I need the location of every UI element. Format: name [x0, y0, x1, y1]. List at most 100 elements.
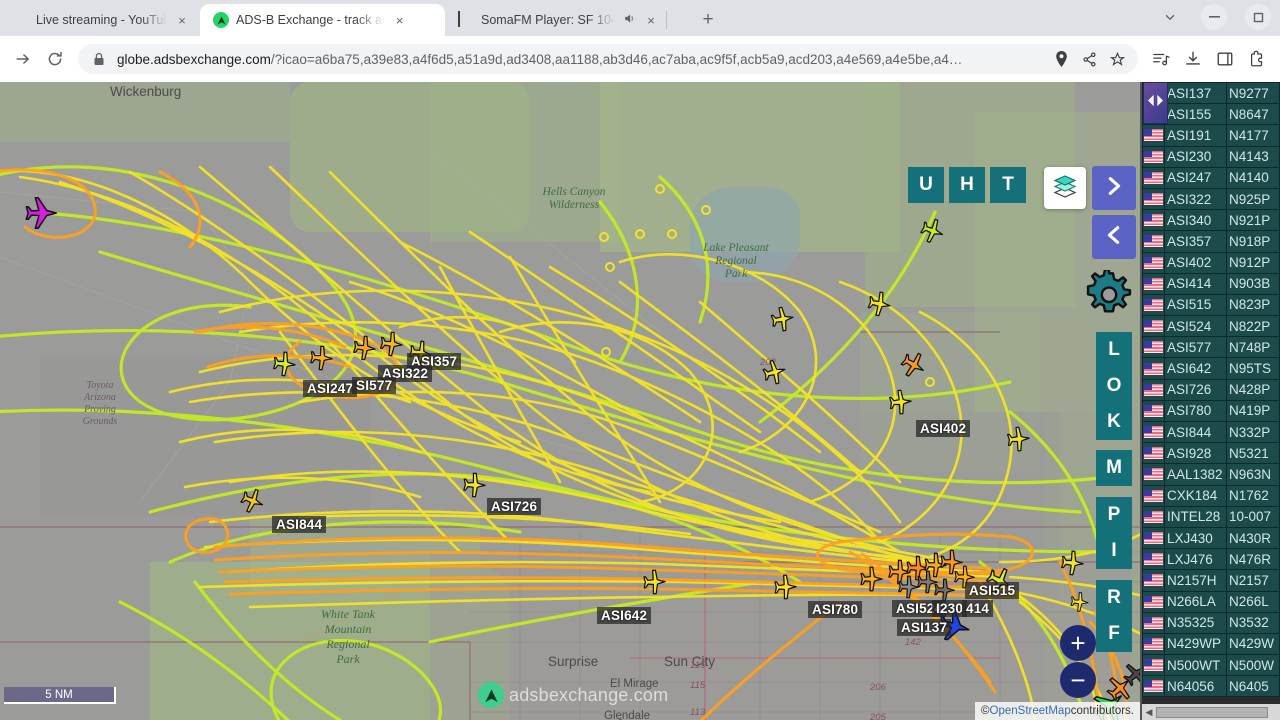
- aircraft-icon[interactable]: [272, 350, 297, 378]
- reload-icon[interactable]: [40, 44, 70, 74]
- browser-tab-somafm[interactable]: SomaFM Player: SF 10- ×: [445, 4, 690, 36]
- aircraft-callsign-cell[interactable]: ASI137: [1164, 82, 1227, 105]
- aircraft-registration-cell[interactable]: N428P: [1226, 378, 1280, 401]
- aircraft-icon[interactable]: [309, 344, 334, 372]
- openstreetmap-link[interactable]: OpenStreetMap: [990, 705, 1071, 717]
- map-button-i[interactable]: I: [1096, 533, 1132, 569]
- aircraft-callsign-cell[interactable]: ASI928: [1164, 442, 1227, 465]
- aircraft-callsign-cell[interactable]: LXJ476: [1164, 548, 1227, 571]
- bookmark-star-icon[interactable]: [1108, 50, 1126, 68]
- aircraft-callsign-cell[interactable]: N2157H: [1164, 569, 1227, 592]
- aircraft-callsign-cell[interactable]: ASI726: [1164, 378, 1227, 401]
- tab-close-icon[interactable]: ×: [174, 12, 190, 28]
- aircraft-registration-cell[interactable]: N3532: [1226, 611, 1280, 634]
- table-row[interactable]: ASI726 N428P: [1142, 378, 1280, 401]
- map-button-m[interactable]: M: [1096, 450, 1132, 486]
- table-row[interactable]: CXK184 N1762: [1142, 484, 1280, 507]
- aircraft-registration-cell[interactable]: N2157: [1226, 569, 1280, 592]
- table-row[interactable]: N266LA N266L: [1142, 590, 1280, 613]
- aircraft-registration-cell[interactable]: N912P: [1226, 251, 1280, 274]
- aircraft-icon[interactable]: [888, 388, 913, 416]
- table-row[interactable]: INTEL28 10-007: [1142, 505, 1280, 528]
- map-button-u[interactable]: U: [908, 167, 944, 203]
- aircraft-label[interactable]: ASI726: [487, 498, 542, 515]
- table-row[interactable]: LXJ476 N476R: [1142, 548, 1280, 571]
- aircraft-label[interactable]: ASI780: [808, 601, 863, 618]
- sidebar-collapse-button[interactable]: [1092, 215, 1136, 259]
- aircraft-registration-cell[interactable]: N748P: [1226, 336, 1280, 359]
- aircraft-callsign-cell[interactable]: N266LA: [1164, 590, 1227, 613]
- aircraft-callsign-cell[interactable]: ASI155: [1164, 103, 1227, 126]
- map-viewport[interactable]: Wickenburg Surprise Sun City El Mirage P…: [0, 82, 1280, 720]
- aircraft-registration-cell[interactable]: N8647: [1226, 103, 1280, 126]
- map-canvas[interactable]: Wickenburg Surprise Sun City El Mirage P…: [0, 82, 1280, 720]
- tab-close-icon[interactable]: ×: [392, 12, 408, 28]
- aircraft-registration-cell[interactable]: N921P: [1226, 209, 1280, 232]
- aircraft-registration-cell[interactable]: N903B: [1226, 272, 1280, 295]
- layers-button[interactable]: [1044, 167, 1086, 209]
- browser-tab-youtube[interactable]: Live streaming - YouTube ×: [0, 4, 200, 36]
- aircraft-icon[interactable]: [237, 485, 268, 517]
- table-row[interactable]: LXJ430 N430R: [1142, 526, 1280, 550]
- table-row[interactable]: N64056 N6405: [1142, 675, 1280, 698]
- aircraft-registration-cell[interactable]: N500W: [1226, 654, 1280, 677]
- aircraft-callsign-cell[interactable]: ASI844: [1164, 420, 1227, 444]
- settings-button[interactable]: [1082, 268, 1136, 324]
- aircraft-icon[interactable]: [643, 569, 667, 595]
- aircraft-callsign-cell[interactable]: ASI642: [1164, 357, 1227, 380]
- sidebar-vertical-scrollbar[interactable]: [1140, 332, 1142, 452]
- aircraft-callsign-cell[interactable]: AAL1382: [1164, 463, 1227, 486]
- table-row[interactable]: ASI230 N4143: [1142, 145, 1280, 168]
- aircraft-table[interactable]: ASI137 N9277 ASI155 N8647 ASI191 N4177 ASI230 N…: [1142, 82, 1280, 698]
- aircraft-registration-cell[interactable]: N5321: [1226, 442, 1280, 465]
- reading-list-icon[interactable]: [1146, 44, 1176, 74]
- sidepanel-icon[interactable]: [1210, 44, 1240, 74]
- table-row[interactable]: ASI577 N748P: [1142, 336, 1280, 359]
- table-row[interactable]: N429WP N429W: [1142, 632, 1280, 656]
- aircraft-icon[interactable]: [463, 472, 487, 498]
- table-row[interactable]: ASI357 N918P: [1142, 230, 1280, 253]
- map-button-k[interactable]: K: [1096, 404, 1132, 440]
- aircraft-icon[interactable]: [866, 289, 893, 318]
- aircraft-label[interactable]: ASI402: [916, 420, 971, 437]
- aircraft-callsign-cell[interactable]: N500WT: [1164, 654, 1227, 677]
- share-icon[interactable]: [1080, 50, 1098, 68]
- aircraft-icon-magenta[interactable]: [25, 197, 58, 229]
- aircraft-callsign-cell[interactable]: ASI577: [1164, 336, 1227, 359]
- aircraft-registration-cell[interactable]: N429W: [1226, 632, 1280, 656]
- table-row[interactable]: N2157H N2157: [1142, 569, 1280, 592]
- zoom-out-button[interactable]: −: [1060, 662, 1096, 698]
- tab-search-chevron-icon[interactable]: [1148, 0, 1192, 34]
- aircraft-registration-cell[interactable]: N1762: [1226, 484, 1280, 507]
- aircraft-icon[interactable]: [1060, 549, 1085, 577]
- map-button-o[interactable]: O: [1096, 368, 1132, 404]
- location-pin-icon[interactable]: [1052, 50, 1070, 68]
- aircraft-registration-cell[interactable]: 10-007: [1226, 505, 1280, 528]
- aircraft-label[interactable]: ASI247: [303, 380, 358, 397]
- aircraft-registration-cell[interactable]: N4140: [1226, 166, 1280, 189]
- aircraft-label[interactable]: ASI844: [272, 516, 327, 533]
- new-tab-button[interactable]: +: [694, 6, 722, 34]
- aircraft-icon[interactable]: [918, 215, 948, 247]
- aircraft-icon[interactable]: [897, 347, 931, 382]
- sidebar-horizontal-scrollbar[interactable]: ◀: [1142, 704, 1280, 720]
- table-row[interactable]: ASI524 N822P: [1142, 315, 1280, 338]
- aircraft-registration-cell[interactable]: N332P: [1226, 420, 1280, 444]
- aircraft-callsign-cell[interactable]: LXJ430: [1164, 526, 1227, 550]
- downloads-icon[interactable]: [1178, 44, 1208, 74]
- aircraft-icon[interactable]: [352, 334, 377, 362]
- aircraft-callsign-cell[interactable]: INTEL28: [1164, 505, 1227, 528]
- aircraft-label[interactable]: ASI137: [897, 619, 952, 636]
- aircraft-icon[interactable]: [940, 549, 964, 575]
- aircraft-icon[interactable]: [760, 357, 789, 387]
- aircraft-registration-cell[interactable]: N266L: [1226, 590, 1280, 613]
- tab-audio-playing-icon[interactable]: [622, 12, 636, 28]
- aircraft-registration-cell[interactable]: N476R: [1226, 548, 1280, 571]
- address-bar[interactable]: globe.adsbexchange.com/?icao=a6ba75,a39e…: [78, 44, 1138, 74]
- aircraft-icon[interactable]: [1006, 425, 1031, 453]
- table-row[interactable]: ASI402 N912P: [1142, 251, 1280, 274]
- table-row[interactable]: ASI844 N332P: [1142, 420, 1280, 444]
- forward-icon[interactable]: [8, 44, 38, 74]
- aircraft-registration-cell[interactable]: N823P: [1226, 293, 1280, 317]
- aircraft-icon[interactable]: [1070, 591, 1090, 613]
